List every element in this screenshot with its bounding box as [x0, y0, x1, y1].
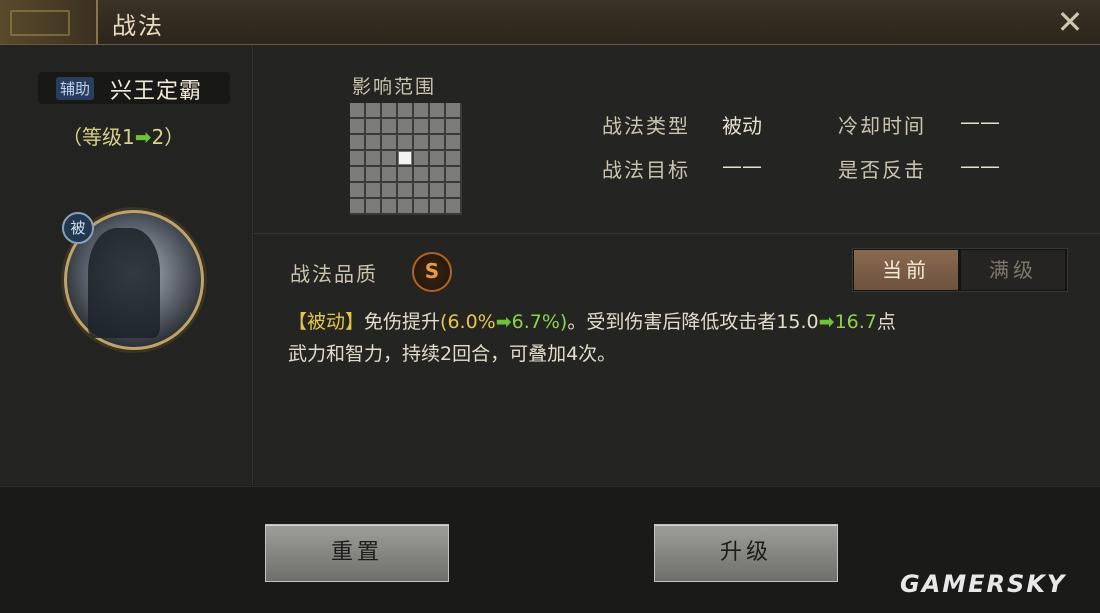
range-cell: [350, 135, 364, 149]
range-cell: [414, 151, 428, 165]
target-value: ——: [722, 154, 762, 178]
range-cell: [430, 135, 444, 149]
desc-value1-new: 6.7%): [511, 311, 568, 333]
range-cell: [414, 199, 428, 213]
range-cell: [382, 151, 396, 165]
level-indicator: （等级1➡2）: [62, 121, 184, 150]
range-cell: [350, 199, 364, 213]
range-cell: [382, 135, 396, 149]
skill-description: 【被动】免伤提升(6.0%➡6.7%)。受到伤害后降低攻击者15.0➡16.7点…: [288, 306, 1088, 370]
range-cell: [350, 167, 364, 181]
range-cell: [446, 103, 460, 117]
reset-button[interactable]: 重置: [265, 524, 449, 582]
desc-value2-new: 16.7: [834, 311, 877, 333]
range-cell: [414, 119, 428, 133]
range-grid: [350, 103, 462, 215]
range-cell: [366, 167, 380, 181]
counter-label: 是否反击: [838, 158, 926, 182]
range-cell: [382, 199, 396, 213]
range-cell: [430, 151, 444, 165]
range-cell: [398, 167, 412, 181]
range-cell: [366, 135, 380, 149]
desc-part3: 点: [876, 311, 896, 333]
title-bar: 战法 ✕: [0, 0, 1100, 45]
role-badge: 辅助: [56, 77, 95, 100]
range-cell: [366, 199, 380, 213]
desc-value1-old: (6.0%: [440, 311, 496, 333]
range-cell: [414, 135, 428, 149]
range-cell: [414, 167, 428, 181]
desc-line2: 武力和智力，持续2回合，可叠加4次。: [288, 343, 617, 365]
level-from: （等级1: [62, 125, 135, 149]
type-value: 被动: [722, 114, 762, 138]
close-button[interactable]: ✕: [1052, 4, 1088, 40]
range-cell: [366, 103, 380, 117]
level-to: 2）: [151, 125, 185, 149]
upgrade-button[interactable]: 升级: [654, 524, 838, 582]
range-cell: [446, 151, 460, 165]
type-label: 战法类型: [602, 114, 690, 138]
range-cell: [382, 183, 396, 197]
range-cell: [398, 183, 412, 197]
skill-name: 兴王定霸: [110, 79, 203, 104]
cooldown-value: ——: [960, 110, 1000, 134]
range-cell: [414, 103, 428, 117]
range-cell: [398, 119, 412, 133]
desc-tag: 【被动】: [288, 311, 365, 333]
range-cell: [430, 183, 444, 197]
range-cell: [446, 119, 460, 133]
level-arrow-icon: ➡: [134, 125, 152, 149]
range-cell: [366, 183, 380, 197]
range-cell: [430, 119, 444, 133]
target-label: 战法目标: [602, 158, 690, 182]
range-cell: [350, 183, 364, 197]
range-cell: [398, 103, 412, 117]
range-cell: [398, 135, 412, 149]
range-cell: [366, 151, 380, 165]
range-cell: [398, 199, 412, 213]
window-title: 战法: [112, 12, 164, 40]
range-cell: [382, 167, 396, 181]
quality-grade-badge: S: [412, 252, 452, 292]
title-ornament-icon: [0, 0, 98, 44]
desc-part1: 免伤提升: [364, 311, 441, 333]
range-cell-self: [398, 151, 412, 165]
range-cell: [446, 135, 460, 149]
quality-label: 战法品质: [290, 262, 378, 286]
tab-max-level[interactable]: 满级: [961, 250, 1065, 290]
range-cell: [430, 167, 444, 181]
desc-arrow-icon: ➡: [818, 311, 835, 333]
watermark-logo: GAMERSKY: [900, 570, 1067, 598]
range-cell: [430, 103, 444, 117]
range-cell: [366, 119, 380, 133]
range-cell: [430, 199, 444, 213]
desc-arrow-icon: ➡: [495, 311, 512, 333]
desc-value2-old: 15.0: [776, 311, 819, 333]
cooldown-label: 冷却时间: [838, 114, 926, 138]
range-cell: [350, 103, 364, 117]
section-divider: [254, 233, 1100, 234]
range-cell: [414, 183, 428, 197]
range-label: 影响范围: [352, 76, 437, 98]
range-cell: [382, 119, 396, 133]
range-cell: [446, 199, 460, 213]
desc-part2: 。受到伤害后降低攻击者: [567, 311, 777, 333]
passive-tag-icon: 被: [62, 212, 94, 244]
range-cell: [446, 183, 460, 197]
range-cell: [350, 151, 364, 165]
counter-value: ——: [960, 154, 1000, 178]
warrior-silhouette-icon: [88, 228, 160, 338]
level-view-toggle: 当前 满级: [852, 248, 1068, 292]
range-cell: [446, 167, 460, 181]
range-cell: [350, 119, 364, 133]
tab-current[interactable]: 当前: [854, 250, 958, 290]
range-cell: [382, 103, 396, 117]
